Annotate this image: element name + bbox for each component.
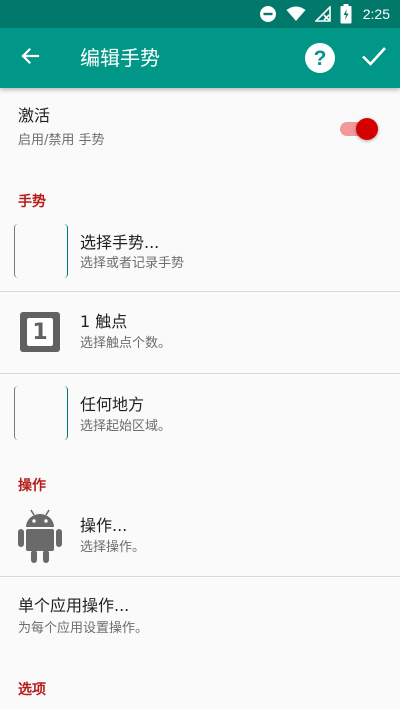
activate-toggle[interactable] bbox=[338, 117, 380, 141]
battery-charging-icon bbox=[340, 4, 352, 24]
section-header-gesture: 手势 bbox=[18, 194, 46, 210]
do-not-disturb-icon bbox=[259, 5, 277, 23]
start-area-item[interactable]: 任何地方 选择起始区域。 bbox=[0, 374, 400, 456]
start-area-title: 任何地方 bbox=[80, 395, 145, 414]
section-header-options: 选项 bbox=[18, 682, 46, 698]
gesture-box-icon bbox=[14, 224, 68, 278]
touch-count-item[interactable]: 1 触点 选择触点个数。 bbox=[0, 292, 400, 373]
app-bar: 编辑手势 ? bbox=[0, 28, 400, 88]
help-circle-icon: ? bbox=[304, 43, 336, 78]
select-gesture-item[interactable]: 选择手势... 选择或者记录手势 bbox=[0, 218, 400, 291]
touch-count-title: 1 触点 bbox=[80, 312, 128, 331]
page-title: 编辑手势 bbox=[80, 46, 160, 70]
section-header-action: 操作 bbox=[18, 478, 46, 494]
activate-subtitle: 启用/禁用 手势 bbox=[18, 133, 105, 148]
per-app-action-subtitle: 为每个应用设置操作。 bbox=[18, 621, 149, 636]
start-area-subtitle: 选择起始区域。 bbox=[80, 419, 172, 434]
per-app-action-item[interactable]: 单个应用操作... 为每个应用设置操作。 bbox=[0, 577, 400, 657]
wifi-icon bbox=[286, 6, 306, 22]
clock: 2:25 bbox=[362, 6, 390, 22]
android-icon bbox=[16, 508, 64, 564]
help-button[interactable]: ? bbox=[304, 42, 336, 74]
checkmark-icon bbox=[361, 45, 387, 71]
svg-text:?: ? bbox=[314, 47, 327, 70]
action-title: 操作... bbox=[80, 516, 128, 535]
action-subtitle: 选择操作。 bbox=[80, 540, 146, 555]
select-gesture-subtitle: 选择或者记录手势 bbox=[80, 256, 185, 271]
touch-count-digit: 1 bbox=[27, 318, 53, 346]
activate-title: 激活 bbox=[18, 106, 51, 125]
status-bar: 2:25 bbox=[0, 0, 400, 28]
arrow-back-icon bbox=[20, 46, 40, 70]
back-button[interactable] bbox=[16, 44, 44, 72]
select-gesture-title: 选择手势... bbox=[80, 233, 160, 252]
per-app-action-title: 单个应用操作... bbox=[18, 596, 130, 615]
toggle-thumb bbox=[356, 118, 378, 140]
touch-count-icon: 1 bbox=[20, 312, 60, 352]
area-box-icon bbox=[14, 386, 68, 440]
done-button[interactable] bbox=[358, 42, 390, 74]
touch-count-subtitle: 选择触点个数。 bbox=[80, 336, 172, 351]
no-signal-icon bbox=[314, 6, 331, 22]
